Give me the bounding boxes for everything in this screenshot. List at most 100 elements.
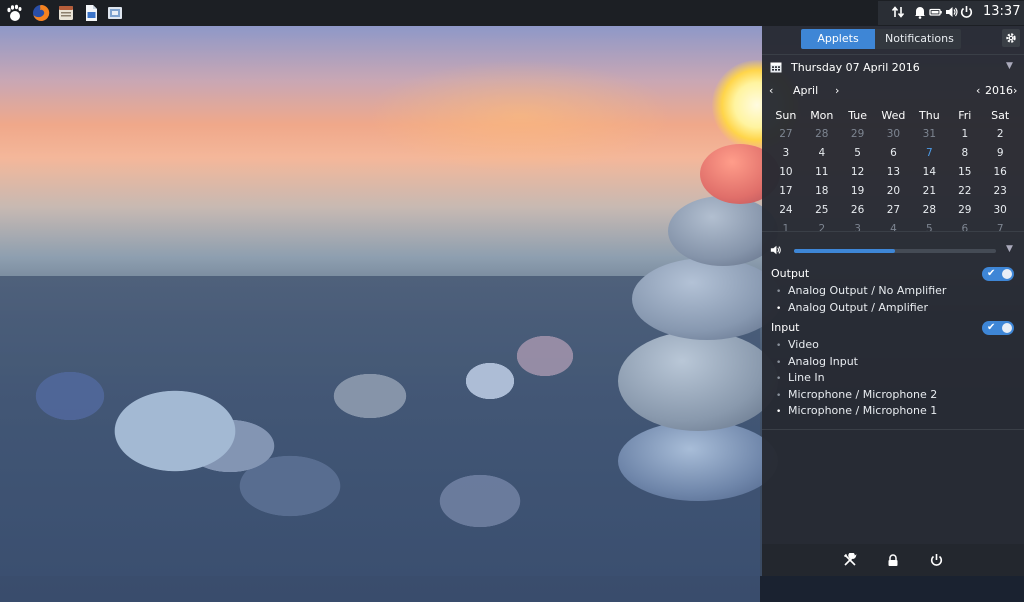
weekday-label: Thu: [919, 108, 940, 122]
volume-slider[interactable]: [794, 249, 996, 253]
power-icon[interactable]: [960, 5, 973, 24]
input-toggle[interactable]: ✔: [982, 321, 1014, 335]
calendar-day[interactable]: 29: [947, 200, 982, 219]
device-label: Microphone / Microphone 2: [788, 387, 938, 401]
calendar-day[interactable]: 1: [768, 219, 804, 238]
device-label: Microphone / Microphone 1: [788, 404, 938, 418]
calendar-day[interactable]: 31: [911, 124, 947, 143]
device-item[interactable]: • Microphone / Microphone 2: [776, 387, 937, 403]
calendar-day[interactable]: 2: [804, 219, 840, 238]
device-item[interactable]: • Line In: [776, 370, 825, 386]
tab-applets[interactable]: Applets: [801, 29, 875, 49]
wallpaper-stone: [618, 331, 778, 431]
divider: [762, 54, 1024, 55]
calendar-day[interactable]: 5: [911, 219, 947, 238]
device-item[interactable]: • Microphone / Microphone 1: [776, 403, 937, 419]
calendar-grid: Sun Mon Tue Wed Thu Fri Sat 27 28 29 30 31 1 2 3 4 5 6 7 8…: [768, 106, 1018, 238]
calendar-day[interactable]: 20: [875, 181, 911, 200]
device-label: Analog Output / Amplifier: [788, 300, 928, 314]
next-month-button[interactable]: ›: [835, 84, 839, 100]
calendar-day[interactable]: 10: [768, 162, 804, 181]
calendar-day[interactable]: 9: [982, 143, 1018, 162]
firefox-icon[interactable]: [31, 3, 51, 23]
date-header[interactable]: Thursday 07 April 2016 ▼: [762, 56, 1024, 80]
gear-icon: [1006, 33, 1016, 43]
check-icon: ✔: [987, 322, 996, 333]
weekday-label: Sun: [775, 108, 797, 122]
calendar-day[interactable]: 22: [947, 181, 982, 200]
next-year-button[interactable]: ›: [1013, 84, 1017, 100]
calendar-day[interactable]: 24: [768, 200, 804, 219]
calendar-day[interactable]: 29: [840, 124, 876, 143]
lock-icon[interactable]: [884, 551, 902, 569]
calendar-day[interactable]: 4: [804, 143, 840, 162]
speaker-icon[interactable]: [770, 244, 782, 259]
weekday-label: Tue: [848, 108, 867, 122]
calendar-day[interactable]: 6: [875, 143, 911, 162]
power-icon[interactable]: [927, 551, 945, 569]
clock[interactable]: 13:37: [983, 4, 1020, 19]
device-item[interactable]: • Video: [776, 337, 819, 353]
calendar-day[interactable]: 28: [911, 200, 947, 219]
panel-bottom-bar: [762, 544, 1024, 576]
calendar-day[interactable]: 21: [911, 181, 947, 200]
calendar-week: 24 25 26 27 28 29 30: [768, 200, 1018, 219]
calendar-day[interactable]: 11: [804, 162, 840, 181]
calendar-day[interactable]: 2: [982, 124, 1018, 143]
calendar-day[interactable]: 15: [947, 162, 982, 181]
tools-icon[interactable]: [841, 551, 859, 569]
tab-notifications[interactable]: Notifications: [875, 29, 961, 49]
output-toggle[interactable]: ✔: [982, 267, 1014, 281]
calendar-day[interactable]: 14: [911, 162, 947, 181]
calendar-day[interactable]: 27: [768, 124, 804, 143]
calendar-day[interactable]: 18: [804, 181, 840, 200]
calendar-day[interactable]: 1: [947, 124, 982, 143]
calendar-day[interactable]: 6: [947, 219, 982, 238]
speaker-icon[interactable]: [945, 5, 959, 24]
calendar-day[interactable]: 26: [840, 200, 876, 219]
calendar-day[interactable]: 4: [875, 219, 911, 238]
calendar-day[interactable]: 30: [982, 200, 1018, 219]
device-label: Analog Output / No Amplifier: [788, 284, 947, 297]
device-item[interactable]: • Analog Input: [776, 354, 858, 370]
device-item[interactable]: • Analog Output / No Amplifier: [776, 283, 946, 299]
device-item[interactable]: • Analog Output / Amplifier: [776, 300, 928, 316]
side-panel: Applets Notifications Thursday 07 April …: [762, 26, 1024, 576]
calendar-day[interactable]: 7: [911, 143, 947, 162]
calendar-day[interactable]: 23: [982, 181, 1018, 200]
battery-icon[interactable]: [929, 5, 943, 24]
bullet-icon: •: [776, 390, 782, 401]
wallpaper-stone: [632, 258, 782, 340]
gnome-foot-icon[interactable]: [4, 3, 24, 23]
writer-icon[interactable]: [81, 3, 101, 23]
bullet-icon: •: [776, 303, 782, 314]
bell-icon[interactable]: [914, 5, 926, 24]
chevron-down-icon[interactable]: ▼: [1006, 61, 1013, 71]
prev-month-button[interactable]: ‹: [769, 84, 773, 100]
calendar-day[interactable]: 3: [840, 219, 876, 238]
calendar-day[interactable]: 27: [875, 200, 911, 219]
calendar-day[interactable]: 7: [982, 219, 1018, 238]
calendar-day[interactable]: 17: [768, 181, 804, 200]
prev-year-button[interactable]: ‹: [976, 84, 980, 100]
settings-button[interactable]: [1002, 29, 1020, 47]
calendar-day[interactable]: 13: [875, 162, 911, 181]
weekday-label: Sat: [991, 108, 1010, 122]
calendar-day[interactable]: 5: [840, 143, 876, 162]
calendar-day[interactable]: 30: [875, 124, 911, 143]
calendar-day[interactable]: 25: [804, 200, 840, 219]
bullet-icon: •: [776, 407, 782, 418]
calendar-day[interactable]: 19: [840, 181, 876, 200]
calendar-day[interactable]: 28: [804, 124, 840, 143]
calendar-week: 3456789: [768, 143, 1018, 162]
bullet-icon: •: [776, 374, 782, 385]
file-manager-icon[interactable]: [56, 3, 76, 23]
screenshot-icon[interactable]: [105, 3, 125, 23]
calendar-day[interactable]: 16: [982, 162, 1018, 181]
calendar-day[interactable]: 12: [840, 162, 876, 181]
network-transfer-icon[interactable]: [891, 5, 905, 24]
chevron-down-icon[interactable]: ▼: [1006, 244, 1013, 254]
calendar-day[interactable]: 3: [768, 143, 804, 162]
month-label: April: [793, 84, 819, 97]
calendar-day[interactable]: 8: [947, 143, 982, 162]
